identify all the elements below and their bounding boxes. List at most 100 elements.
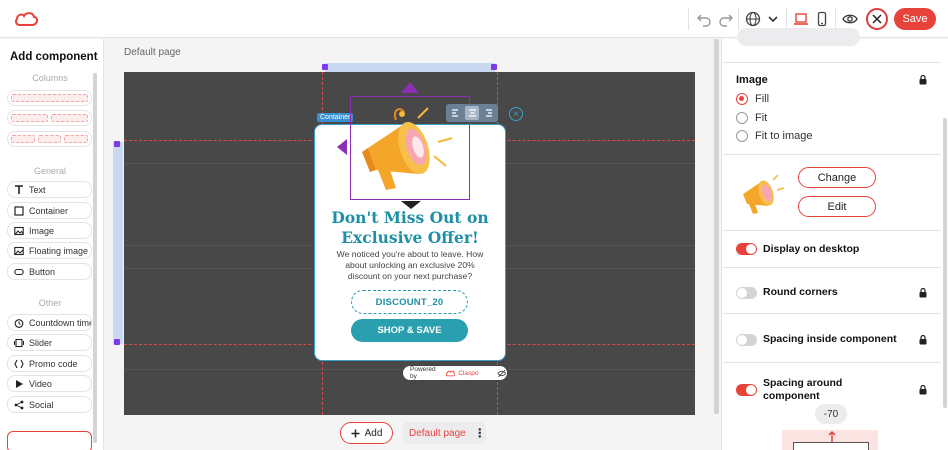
radio-label-fit: Fit: [755, 112, 768, 124]
sidebar-bottom-button[interactable]: [7, 431, 92, 450]
popup-close-icon[interactable]: ×: [509, 107, 523, 121]
canvas-scrollbar[interactable]: [714, 39, 719, 414]
eye-off-icon[interactable]: [497, 369, 507, 378]
globe-icon[interactable]: [743, 9, 763, 29]
slider-icon: [14, 338, 24, 348]
arrow-up-icon: [828, 431, 836, 442]
eye-icon[interactable]: [840, 9, 860, 29]
lock-icon: [919, 75, 927, 85]
claspo-mini-logo-icon: [445, 370, 456, 376]
selection-band-top: [325, 63, 495, 72]
share-icon: [14, 400, 24, 410]
panel-divider: [723, 313, 941, 314]
toggle-display-on-desktop[interactable]: [736, 243, 757, 255]
toggle-label-spacing-inside: Spacing inside component: [763, 333, 897, 345]
image-heading: Image: [736, 74, 768, 86]
panel-divider: [723, 154, 941, 155]
radio-fill[interactable]: [736, 93, 748, 105]
section-other: Other: [38, 298, 62, 308]
promo-code-icon: [14, 359, 24, 369]
timer-icon: [14, 318, 24, 328]
toggle-spacing-inside[interactable]: [736, 334, 757, 346]
save-button[interactable]: Save: [894, 8, 936, 30]
floating-image-icon: [14, 246, 24, 256]
spacing-editor-inner: [793, 442, 869, 450]
image-icon: [14, 226, 24, 236]
promo-code-field[interactable]: DISCOUNT_20: [351, 290, 468, 314]
play-icon: [14, 379, 24, 389]
radio-fit[interactable]: [736, 112, 748, 124]
shop-and-save-button[interactable]: SHOP & SAVE: [351, 319, 468, 342]
page-selector[interactable]: Default page ⋮: [402, 422, 486, 444]
add-page-button[interactable]: Add: [340, 422, 393, 444]
claspo-logo-icon[interactable]: [14, 9, 38, 29]
container-tag: Container: [317, 113, 354, 122]
popup-body-text[interactable]: We noticed you're about to leave. How ab…: [330, 249, 490, 282]
change-image-button[interactable]: Change: [798, 167, 876, 188]
sidebar-item-image[interactable]: Image: [7, 222, 92, 239]
column-layout-1[interactable]: [7, 90, 92, 106]
close-icon[interactable]: [866, 8, 888, 30]
radio-label-fill: Fill: [755, 93, 770, 105]
laptop-icon[interactable]: [791, 9, 811, 29]
undo-icon[interactable]: [694, 9, 714, 29]
column-layout-3[interactable]: [7, 131, 92, 147]
property-dropdown[interactable]: [737, 28, 860, 46]
sidebar-item-slider[interactable]: Slider: [7, 334, 92, 351]
sidebar-item-social[interactable]: Social: [7, 396, 92, 413]
lock-icon: [919, 288, 927, 298]
sidebar-item-button[interactable]: Button: [7, 263, 92, 280]
toolbar-divider: [786, 8, 787, 30]
toggle-round-corners[interactable]: [736, 287, 757, 299]
align-center-icon[interactable]: [464, 106, 480, 120]
phone-icon[interactable]: [812, 9, 832, 29]
section-columns: Columns: [32, 73, 68, 83]
sidebar-item-floating-image[interactable]: Floating image: [7, 242, 92, 259]
spacing-top-value[interactable]: -70: [815, 404, 847, 424]
selection-band-left: [113, 142, 123, 344]
resize-handle[interactable]: [491, 64, 497, 70]
align-right-icon[interactable]: [481, 106, 496, 120]
radio-label-fit-to-image: Fit to image: [755, 130, 813, 142]
sidebar-scrollbar[interactable]: [93, 73, 97, 443]
popup-title[interactable]: Don't Miss Out on Exclusive Offer!: [314, 208, 506, 248]
resize-handle[interactable]: [114, 141, 120, 147]
toggle-label-spacing-around: Spacing around component: [763, 377, 843, 402]
align-left-icon[interactable]: [448, 106, 463, 120]
toolbar-divider: [688, 8, 689, 30]
column-layout-2[interactable]: [7, 110, 92, 126]
sidebar-item-video[interactable]: Video: [7, 375, 92, 392]
square-icon: [14, 205, 24, 216]
sidebar-title: Add component: [10, 51, 98, 63]
move-up-handle[interactable]: [401, 82, 419, 93]
edit-image-button[interactable]: Edit: [798, 196, 876, 217]
panel-divider: [723, 230, 941, 231]
chevron-down-icon[interactable]: [763, 9, 783, 29]
text-icon: [14, 184, 24, 195]
toggle-label-round-corners: Round corners: [763, 286, 838, 298]
lock-icon: [919, 385, 927, 395]
redo-icon[interactable]: [716, 9, 736, 29]
resize-handle[interactable]: [322, 64, 328, 70]
toggle-label-display-on-desktop: Display on desktop: [763, 243, 860, 255]
panel-divider: [723, 62, 941, 63]
powered-by-badge: Powered by Claspo: [403, 366, 507, 380]
resize-handle[interactable]: [114, 339, 120, 345]
sidebar-item-countdown-timer[interactable]: Countdown timer: [7, 314, 92, 331]
move-left-handle[interactable]: [337, 139, 347, 155]
panel-scrollbar[interactable]: [943, 118, 947, 408]
sidebar-item-promo-code[interactable]: Promo code: [7, 355, 92, 372]
sidebar-item-container[interactable]: Container: [7, 202, 92, 219]
toolbar-divider: [835, 8, 836, 30]
more-options-icon[interactable]: ⋮: [474, 426, 486, 440]
toolbar-divider: [738, 8, 739, 30]
toggle-spacing-around[interactable]: [736, 384, 757, 396]
image-thumbnail: [737, 168, 787, 218]
button-icon: [14, 267, 24, 277]
alignment-toolbar: [446, 104, 498, 122]
sidebar-item-text[interactable]: Text: [7, 181, 92, 198]
panel-divider: [723, 267, 941, 268]
add-component-sidebar: Add component Columns General Text Conta…: [0, 39, 104, 450]
radio-fit-to-image[interactable]: [736, 130, 748, 142]
lock-icon: [919, 335, 927, 345]
